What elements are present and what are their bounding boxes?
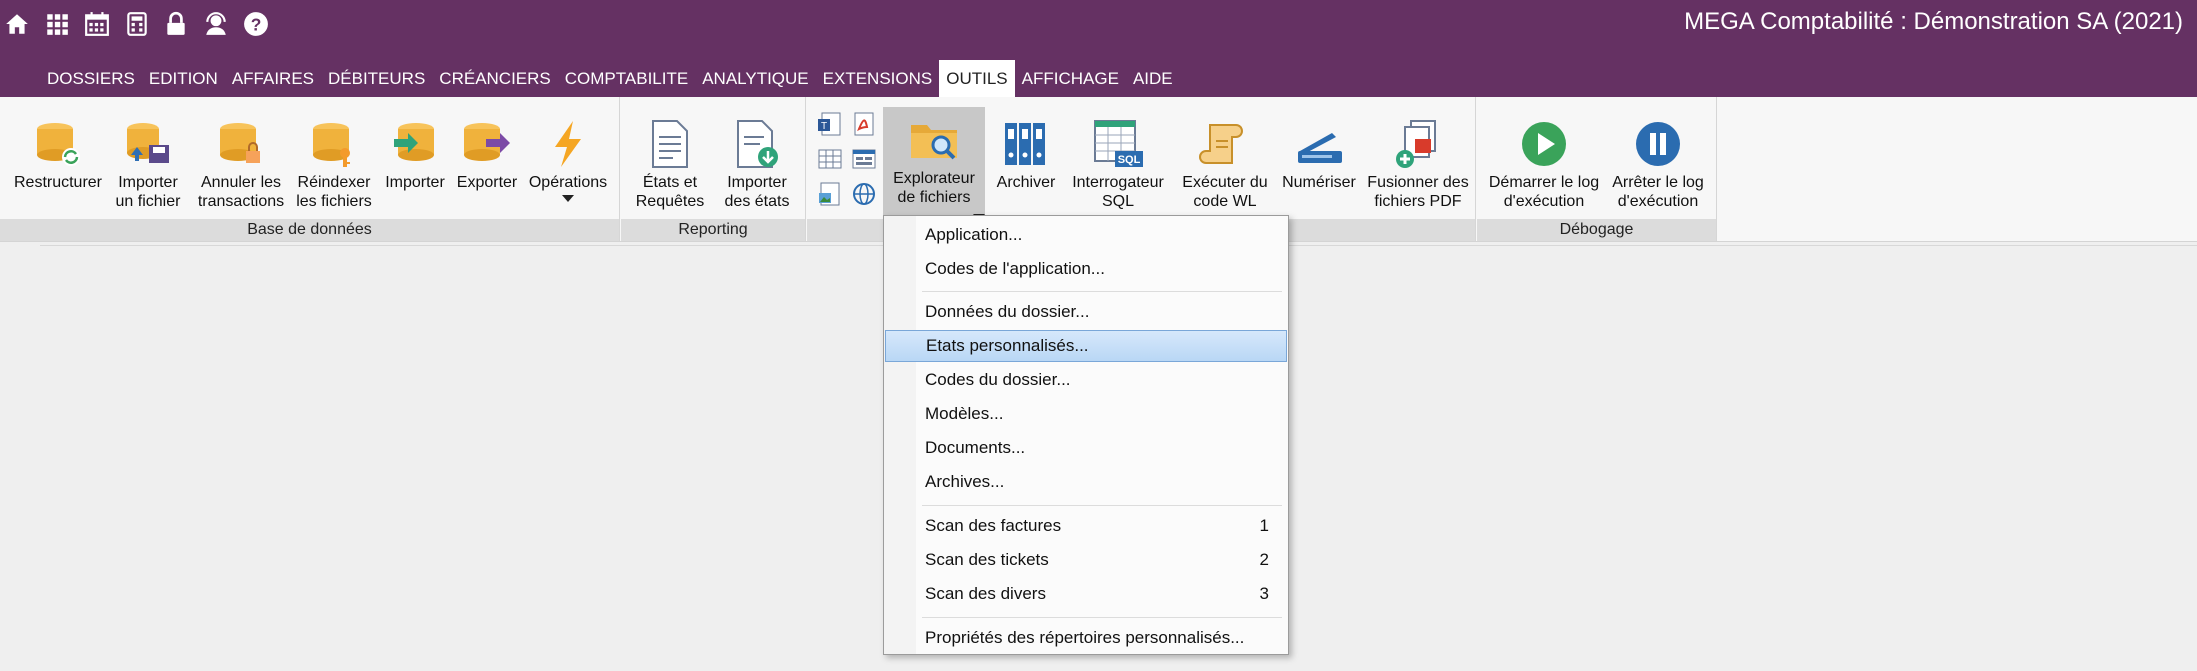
file-explorer-button[interactable]: Explorateur de fichiers bbox=[883, 107, 985, 219]
menu-affichage[interactable]: AFFICHAGE bbox=[1015, 60, 1126, 97]
binders-icon bbox=[998, 101, 1054, 171]
states-queries-button[interactable]: États et Requêtes bbox=[635, 101, 705, 211]
menu-dossiers[interactable]: DOSSIERS bbox=[40, 60, 142, 97]
menu-extensions[interactable]: EXTENSIONS bbox=[816, 60, 940, 97]
scan-button[interactable]: Numériser bbox=[1277, 101, 1361, 192]
menu-item-scan-invoices[interactable]: Scan des factures 1 bbox=[885, 510, 1287, 542]
image-doc-icon[interactable] bbox=[817, 181, 843, 207]
reindex-files-button[interactable]: Réindexer les fichiers bbox=[290, 101, 378, 211]
merge-pdf-button[interactable]: Fusionner des fichiers PDF bbox=[1363, 101, 1473, 211]
svg-text:T: T bbox=[821, 121, 827, 132]
help-icon[interactable]: ? bbox=[241, 9, 271, 39]
stop-log-button[interactable]: Arrêter le log d'exécution bbox=[1605, 101, 1711, 211]
group-label-database: Base de données bbox=[0, 219, 619, 241]
svg-text:SQL: SQL bbox=[1118, 154, 1141, 166]
database-refresh-icon bbox=[30, 101, 86, 171]
menu-bar: DOSSIERS EDITION AFFAIRES DÉBITEURS CRÉA… bbox=[40, 60, 1180, 98]
group-reporting: États et Requêtes Importer des états Rep… bbox=[621, 97, 806, 241]
menu-separator bbox=[922, 617, 1282, 618]
menu-separator bbox=[922, 505, 1282, 506]
menu-item-application-codes[interactable]: Codes de l'application... bbox=[885, 253, 1287, 285]
menu-item-application[interactable]: Application... bbox=[885, 219, 1287, 251]
sql-icon: SQL bbox=[1090, 101, 1146, 171]
menu-affaires[interactable]: AFFAIRES bbox=[225, 60, 321, 97]
folder-search-icon bbox=[906, 107, 962, 167]
database-key-icon bbox=[306, 101, 362, 171]
home-icon[interactable] bbox=[2, 9, 32, 39]
form-window-icon[interactable] bbox=[851, 146, 877, 172]
menu-edition[interactable]: EDITION bbox=[142, 60, 225, 97]
menu-item-documents[interactable]: Documents... bbox=[885, 432, 1287, 464]
group-label-reporting: Reporting bbox=[621, 219, 805, 241]
support-icon[interactable] bbox=[201, 9, 231, 39]
pause-icon bbox=[1630, 101, 1686, 171]
import-states-button[interactable]: Importer des états bbox=[717, 101, 797, 211]
restructure-button[interactable]: Restructurer bbox=[10, 101, 106, 192]
group-database: Restructurer Importer un fichier Annuler… bbox=[0, 97, 620, 241]
import-button[interactable]: Importer bbox=[380, 101, 450, 192]
calendar-icon[interactable] bbox=[82, 9, 112, 39]
menu-item-templates[interactable]: Modèles... bbox=[885, 398, 1287, 430]
group-label-debug: Débogage bbox=[1477, 219, 1716, 241]
run-wl-code-button[interactable]: Exécuter du code WL bbox=[1175, 101, 1275, 211]
export-button[interactable]: Exporter bbox=[452, 101, 522, 192]
cancel-transactions-button[interactable]: Annuler les transactions bbox=[193, 101, 289, 211]
database-lock-icon bbox=[213, 101, 269, 171]
group-debug: Démarrer le log d'exécution Arrêter le l… bbox=[1477, 97, 1717, 241]
lock-icon[interactable] bbox=[161, 9, 191, 39]
import-file-button[interactable]: Importer un fichier bbox=[108, 101, 188, 211]
menu-creanciers[interactable]: CRÉANCIERS bbox=[432, 60, 557, 97]
play-icon bbox=[1516, 101, 1572, 171]
start-log-button[interactable]: Démarrer le log d'exécution bbox=[1487, 101, 1601, 211]
database-arrow-out-icon bbox=[459, 101, 515, 171]
table-icon[interactable] bbox=[817, 146, 843, 172]
globe-icon[interactable] bbox=[851, 181, 877, 207]
scanner-icon bbox=[1291, 101, 1347, 171]
menu-separator bbox=[922, 291, 1282, 292]
report-document-icon bbox=[642, 101, 698, 171]
chevron-down-icon bbox=[562, 195, 574, 202]
svg-text:?: ? bbox=[251, 15, 262, 35]
database-arrow-in-icon bbox=[387, 101, 443, 171]
app-title: MEGA Comptabilité : Démonstration SA (20… bbox=[1684, 8, 2183, 35]
report-import-icon bbox=[729, 101, 785, 171]
menu-analytique[interactable]: ANALYTIQUE bbox=[695, 60, 815, 97]
menu-comptabilite[interactable]: COMPTABILITE bbox=[558, 60, 695, 97]
pdf-merge-icon bbox=[1390, 101, 1446, 171]
database-import-icon bbox=[120, 101, 176, 171]
archive-button[interactable]: Archiver bbox=[991, 101, 1061, 192]
menu-outils[interactable]: OUTILS bbox=[939, 60, 1015, 98]
grid-icon[interactable] bbox=[42, 9, 72, 39]
menu-item-scan-tickets[interactable]: Scan des tickets 2 bbox=[885, 544, 1287, 576]
sql-query-button[interactable]: SQL Interrogateur SQL bbox=[1063, 101, 1173, 211]
menu-debiteurs[interactable]: DÉBITEURS bbox=[321, 60, 432, 97]
menu-item-folder-data[interactable]: Données du dossier... bbox=[885, 296, 1287, 328]
menu-item-custom-states[interactable]: Etats personnalisés... bbox=[885, 330, 1287, 362]
calculator-icon[interactable] bbox=[122, 9, 152, 39]
menu-item-folder-codes[interactable]: Codes du dossier... bbox=[885, 364, 1287, 396]
menu-item-archives[interactable]: Archives... bbox=[885, 466, 1287, 498]
menu-aide[interactable]: AIDE bbox=[1126, 60, 1180, 97]
menu-item-custom-dir-properties[interactable]: Propriétés des répertoires personnalisés… bbox=[885, 622, 1287, 654]
file-explorer-dropdown: Application... Codes de l'application...… bbox=[883, 215, 1289, 655]
menu-item-scan-misc[interactable]: Scan des divers 3 bbox=[885, 578, 1287, 610]
script-scroll-icon bbox=[1197, 101, 1253, 171]
word-doc-icon[interactable]: T bbox=[817, 111, 843, 137]
lightning-icon bbox=[540, 101, 596, 171]
pdf-icon[interactable] bbox=[851, 111, 877, 137]
operations-button[interactable]: Opérations bbox=[522, 101, 614, 202]
